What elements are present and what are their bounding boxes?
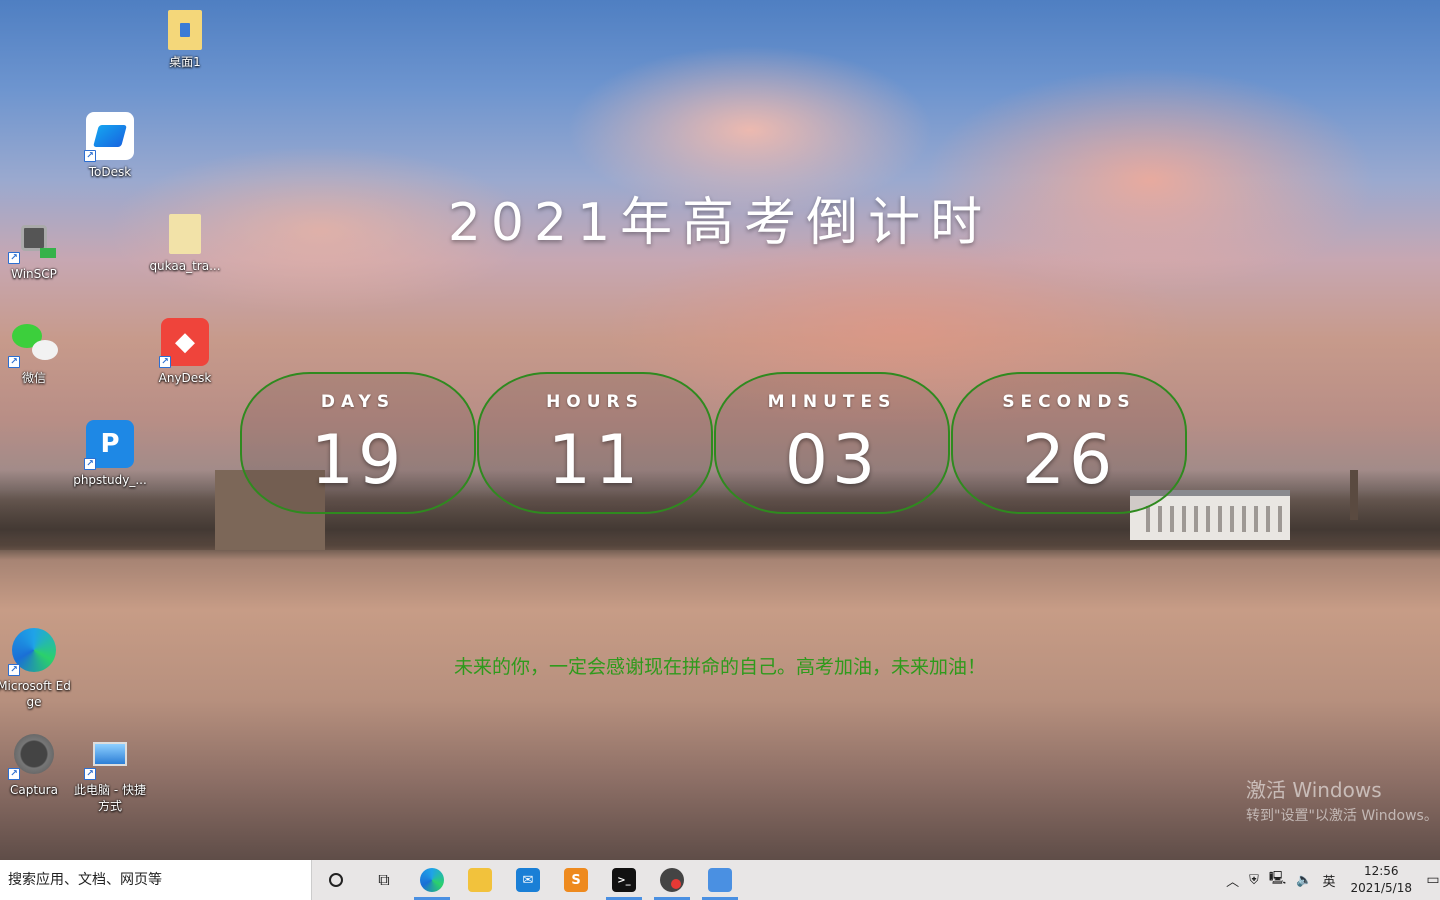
timer-value: 03 bbox=[784, 421, 880, 500]
timer-unit-label: HOURS bbox=[546, 392, 644, 412]
volume-icon[interactable]: 🔈 bbox=[1291, 873, 1317, 888]
folder-icon bbox=[468, 868, 492, 892]
shortcut-arrow-icon: ↗ bbox=[84, 768, 96, 780]
cortana-circle-icon bbox=[329, 873, 343, 887]
taskbar-app-remote[interactable] bbox=[696, 860, 744, 900]
ime-indicator[interactable]: 英 bbox=[1317, 871, 1340, 890]
shortcut-arrow-icon: ↗ bbox=[8, 356, 20, 368]
todesk-icon: ↗ bbox=[84, 112, 134, 162]
timer-value: 11 bbox=[547, 421, 643, 500]
mail-icon: ✉ bbox=[516, 868, 540, 892]
countdown-slogan: 未来的你，一定会感谢现在拼命的自己。高考加油，未来加油！ bbox=[453, 656, 986, 678]
timer-seconds: SECONDS 26 bbox=[951, 372, 1187, 514]
timer-hours: HOURS 11 bbox=[477, 372, 713, 514]
wechat-icon: ↗ bbox=[8, 318, 58, 368]
clock-date: 2021/5/18 bbox=[1350, 881, 1412, 895]
remote-desktop-icon bbox=[708, 868, 732, 892]
desktop-icon-wechat[interactable]: ↗ 微信 bbox=[0, 318, 72, 386]
task-view-icon: ⧉ bbox=[378, 870, 390, 889]
taskbar-app-mail[interactable]: ✉ bbox=[504, 860, 552, 900]
clock-time: 12:56 bbox=[1363, 864, 1399, 878]
timer-unit-label: SECONDS bbox=[1002, 392, 1136, 412]
desktop-icon-this-pc[interactable]: ↗ 此电脑 - 快捷方式 bbox=[72, 730, 148, 814]
cortana-button[interactable] bbox=[312, 860, 360, 900]
timer-minutes: MINUTES 03 bbox=[714, 372, 950, 514]
record-icon bbox=[660, 868, 684, 892]
shortcut-arrow-icon: ↗ bbox=[8, 768, 20, 780]
taskbar-search-box[interactable]: 搜索应用、文档、网页等 bbox=[0, 860, 312, 900]
phpstudy-icon: P ↗ bbox=[84, 420, 134, 470]
shortcut-arrow-icon: ↗ bbox=[159, 356, 171, 368]
task-view-button[interactable]: ⧉ bbox=[360, 860, 408, 900]
timer-value: 19 bbox=[310, 421, 406, 500]
desktop-icon-phpstudy[interactable]: P ↗ phpstudy_... bbox=[72, 420, 148, 488]
desktop-icon-anydesk[interactable]: ◆ ↗ AnyDesk bbox=[147, 318, 223, 386]
activation-watermark: 激活 Windows 转到"设置"以激活 Windows。 bbox=[1246, 774, 1438, 825]
countdown-title: 2021年高考倒计时 bbox=[447, 193, 993, 253]
shortcut-arrow-icon: ↗ bbox=[84, 458, 96, 470]
timer-unit-label: MINUTES bbox=[767, 392, 897, 412]
watermark-title: 激活 Windows bbox=[1246, 778, 1382, 802]
sublime-icon: S bbox=[564, 868, 588, 892]
chevron-up-icon[interactable]: ︿ bbox=[1221, 871, 1244, 890]
taskbar-app-file-explorer[interactable] bbox=[456, 860, 504, 900]
network-icon[interactable]: 🖳 bbox=[1264, 869, 1291, 891]
terminal-icon: >_ bbox=[612, 868, 636, 892]
watermark-subtitle: 转到"设置"以激活 Windows。 bbox=[1246, 808, 1438, 824]
taskbar-app-captura[interactable] bbox=[648, 860, 696, 900]
desktop-icon-folder-desktop1[interactable]: 桌面1 bbox=[147, 10, 223, 70]
taskbar: 搜索应用、文档、网页等 ⧉ ✉ S >_ ︿ ⛨ 🖳 🔈 英 12:56 202… bbox=[0, 860, 1440, 900]
notification-icon[interactable]: ▭ bbox=[1426, 860, 1440, 900]
timer-value: 26 bbox=[1021, 421, 1117, 500]
taskbar-app-sublime[interactable]: S bbox=[552, 860, 600, 900]
captura-icon: ↗ bbox=[8, 730, 58, 780]
desktop-icon-captura[interactable]: ↗ Captura bbox=[0, 730, 72, 798]
taskbar-app-edge[interactable] bbox=[408, 860, 456, 900]
computer-icon: ↗ bbox=[84, 730, 134, 780]
folder-icon bbox=[168, 10, 202, 50]
taskbar-app-terminal[interactable]: >_ bbox=[600, 860, 648, 900]
timer-days: DAYS 19 bbox=[240, 372, 476, 514]
timer-unit-label: DAYS bbox=[320, 392, 396, 412]
shortcut-arrow-icon: ↗ bbox=[84, 150, 96, 162]
edge-icon bbox=[420, 868, 444, 892]
system-tray: ︿ ⛨ 🖳 🔈 英 12:56 2021/5/18 ▭ bbox=[1221, 860, 1440, 900]
security-icon[interactable]: ⛨ bbox=[1244, 873, 1264, 888]
taskbar-clock[interactable]: 12:56 2021/5/18 bbox=[1340, 863, 1426, 897]
desktop-icon-todesk[interactable]: ↗ ToDesk bbox=[72, 112, 148, 180]
anydesk-icon: ◆ ↗ bbox=[159, 318, 209, 368]
wallpaper-spire bbox=[1350, 470, 1358, 520]
